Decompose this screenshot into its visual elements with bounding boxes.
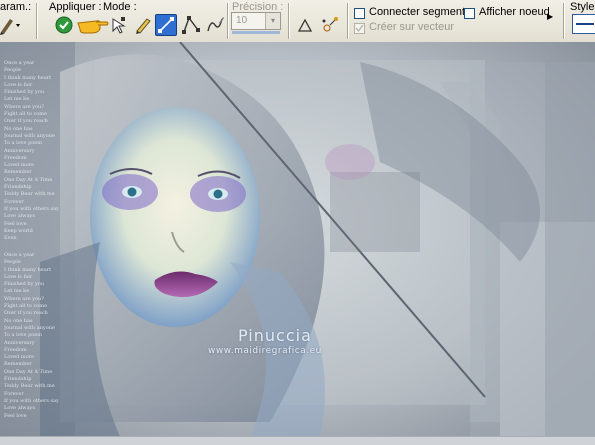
toolbar-separator — [36, 3, 38, 39]
pointing-hand-icon — [76, 14, 110, 36]
knife-icon[interactable] — [294, 14, 316, 36]
precision-stepper[interactable]: 10 ▾ — [231, 12, 281, 30]
precision-value: 10 — [236, 15, 248, 26]
create-on-vector-label: Créer sur vecteur — [369, 21, 454, 33]
watermark-name: Pinuccia — [238, 326, 312, 345]
show-node-label: Afficher noeud — [479, 6, 550, 18]
connect-segments-checkbox[interactable] — [354, 8, 365, 19]
more-options-arrow-icon[interactable]: ▶ — [547, 12, 553, 21]
show-node-checkbox[interactable] — [464, 8, 475, 19]
apply-checkmark-icon[interactable] — [53, 14, 75, 36]
toolbar-separator — [347, 3, 349, 39]
toolbar-separator — [288, 3, 290, 39]
precision-slider[interactable] — [232, 31, 280, 34]
poem-text-block: Once a year People I think many heart Love … — [4, 60, 59, 242]
tool-options-toolbar: aram.: Appliquer : Mode : Précision : 10… — [0, 0, 595, 43]
toolbar-separator — [227, 3, 229, 39]
image-canvas[interactable]: Once a year People I think many heart Love … — [0, 42, 595, 444]
pen-icon[interactable] — [132, 14, 154, 36]
mode-label: Mode : — [103, 1, 137, 13]
param-label: aram.: — [0, 1, 32, 13]
line-mode-icon[interactable] — [155, 14, 177, 36]
create-on-vector-checkbox[interactable] — [354, 23, 365, 34]
apply-label: Appliquer : — [49, 1, 102, 13]
freehand-icon[interactable] — [204, 14, 226, 36]
toolbar-separator — [563, 3, 565, 39]
watermark-url: www.maidiregrafica.eu — [208, 346, 322, 356]
artwork-background — [0, 42, 595, 444]
style-label: Style — [570, 1, 595, 13]
brush-dropdown-icon[interactable] — [0, 14, 24, 36]
poem-text-block-repeat: Once a year People I think many heart Love … — [4, 252, 59, 419]
point-to-point-icon[interactable] — [180, 14, 202, 36]
chevron-down-icon[interactable]: ▾ — [265, 13, 280, 29]
edit-nodes-icon[interactable] — [108, 14, 130, 36]
vector-nodes-icon[interactable] — [319, 14, 341, 36]
connect-segments-label: Connecter segments — [369, 6, 471, 18]
style-swatch[interactable] — [572, 14, 595, 34]
